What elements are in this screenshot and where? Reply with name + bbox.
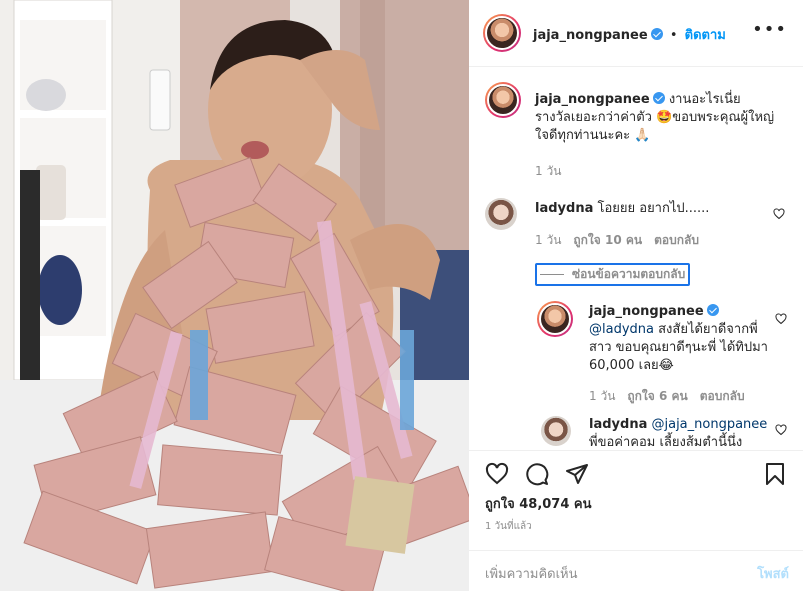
photo-illustration: [0, 0, 469, 591]
share-icon[interactable]: [565, 462, 589, 486]
comment: ladydna โอยยย อยากไป...... 1 วัน ถูกใจ 10…: [485, 198, 785, 258]
hide-replies-label: ซ่อนข้อความตอบกลับ: [572, 267, 686, 281]
author-username[interactable]: jaja_nongpanee: [533, 28, 648, 43]
post-details-panel: jaja_nongpanee • ติดตาม ••• jaja_nongpan…: [469, 0, 803, 591]
reply-reply-button[interactable]: ตอบกลับ: [700, 389, 745, 403]
reply-avatar[interactable]: [541, 416, 571, 446]
comment-text: โอยยย อยากไป......: [597, 201, 710, 216]
verified-badge-icon: [706, 304, 719, 316]
comment-like-heart-icon[interactable]: [773, 208, 785, 220]
reply-text: พี่ขอค่าคอม เลี้ยงส้มตำนี้นึ่ง: [589, 435, 743, 450]
caption-time[interactable]: 1 วัน: [535, 162, 561, 181]
caption-username[interactable]: jaja_nongpanee: [535, 92, 650, 107]
author-avatar[interactable]: [483, 14, 521, 52]
reply-like-heart-icon[interactable]: [775, 424, 787, 436]
bookmark-icon[interactable]: [763, 462, 787, 486]
caption: jaja_nongpanee งานอะไรเนี่ย รางวัลเยอะกว…: [485, 82, 785, 182]
reply-mention[interactable]: @ladydna: [589, 322, 654, 337]
reply-text-block: jaja_nongpanee @ladydna สงสัยได้ยาดีจากพ…: [589, 303, 769, 375]
instagram-post-view: jaja_nongpanee • ติดตาม ••• jaja_nongpan…: [0, 0, 803, 591]
comment-meta: 1 วัน ถูกใจ 10 คน ตอบกลับ: [535, 231, 699, 250]
heart-icon[interactable]: [485, 462, 509, 486]
comment-likes[interactable]: ถูกใจ 10 คน: [573, 233, 642, 247]
caption-avatar[interactable]: [485, 82, 521, 118]
reply-likes[interactable]: ถูกใจ 6 คน: [627, 389, 687, 403]
reply-mention[interactable]: @jaja_nongpanee: [651, 417, 767, 432]
reply-meta: 1 วัน ถูกใจ 6 คน ตอบกลับ: [589, 387, 745, 406]
comments-section[interactable]: jaja_nongpanee งานอะไรเนี่ย รางวัลเยอะกว…: [469, 67, 803, 450]
post-photo[interactable]: [0, 0, 469, 591]
reply-username[interactable]: ladydna: [589, 417, 647, 432]
post-comment-button[interactable]: โพสต์: [757, 563, 789, 584]
likes-count[interactable]: ถูกใจ 48,074 คน: [485, 493, 592, 514]
comment-username[interactable]: ladydna: [535, 201, 593, 216]
comment-text-block: ladydna โอยยย อยากไป......: [535, 200, 775, 218]
reply-avatar[interactable]: [537, 301, 573, 337]
commenter-avatar[interactable]: [485, 198, 517, 230]
follow-button[interactable]: ติดตาม: [685, 28, 726, 43]
reply: jaja_nongpanee @ladydna สงสัยได้ยาดีจากพ…: [537, 301, 787, 411]
reply-username[interactable]: jaja_nongpanee: [589, 304, 704, 319]
reply-like-heart-icon[interactable]: [775, 313, 787, 325]
post-header: jaja_nongpanee • ติดตาม •••: [469, 0, 803, 66]
post-time[interactable]: 1 วันที่แล้ว: [485, 519, 532, 534]
caption-text-block: jaja_nongpanee งานอะไรเนี่ย รางวัลเยอะกว…: [535, 91, 775, 145]
add-comment-input[interactable]: เพิ่มความคิดเห็น: [485, 563, 578, 584]
add-comment-bar: เพิ่มความคิดเห็น โพสต์: [469, 550, 803, 591]
reply-text-block: ladydna @jaja_nongpanee พี่ขอค่าคอม เลี้…: [589, 416, 769, 450]
verified-badge-icon: [652, 92, 665, 104]
separator-dot: •: [669, 28, 678, 43]
comment-time[interactable]: 1 วัน: [535, 233, 561, 247]
comment-reply-button[interactable]: ตอบกลับ: [654, 233, 699, 247]
post-actions: ถูกใจ 48,074 คน 1 วันที่แล้ว: [469, 450, 803, 550]
header-user-row: jaja_nongpanee • ติดตาม: [533, 24, 726, 45]
replies-toggle-line: [540, 274, 564, 275]
comment-icon[interactable]: [525, 462, 549, 486]
hide-replies-button[interactable]: ซ่อนข้อความตอบกลับ: [535, 263, 691, 286]
more-options-icon[interactable]: •••: [752, 21, 787, 39]
reply-time[interactable]: 1 วัน: [589, 389, 615, 403]
reply: ladydna @jaja_nongpanee พี่ขอค่าคอม เลี้…: [537, 416, 787, 450]
verified-badge-icon: [650, 28, 663, 40]
